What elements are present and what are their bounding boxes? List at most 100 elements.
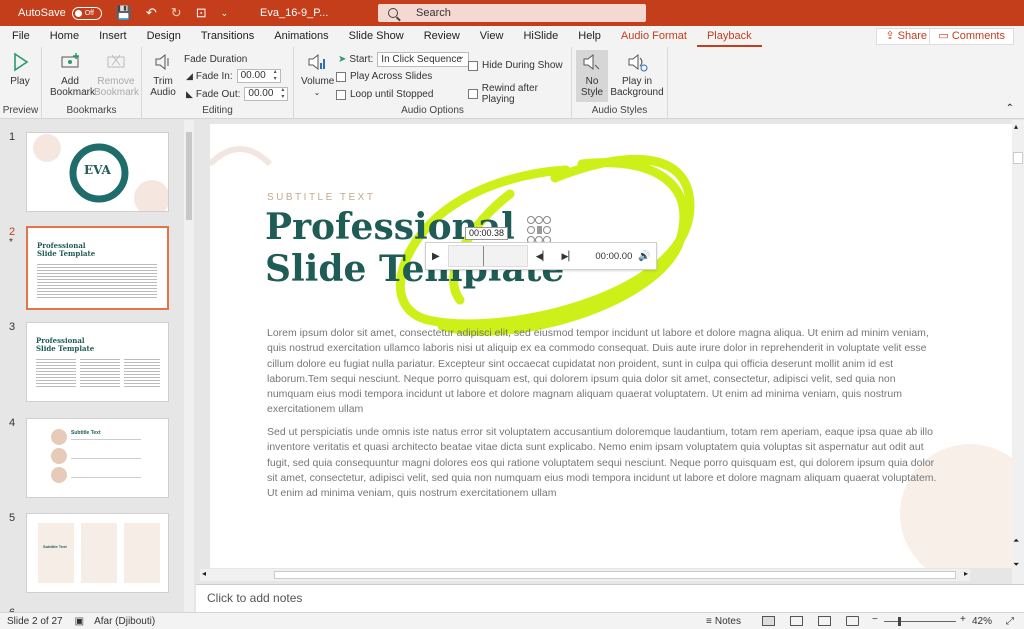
player-time: 00:00.00: [595, 250, 633, 262]
save-icon[interactable]: 💾: [116, 5, 132, 21]
slide-subtitle[interactable]: SUBTITLE TEXT: [267, 192, 375, 203]
thumb-5-card-2: [81, 523, 117, 583]
tab-home[interactable]: Home: [40, 26, 89, 47]
player-rewind-icon[interactable]: ◀▏: [536, 251, 550, 262]
tab-transitions[interactable]: Transitions: [191, 26, 264, 47]
spellcheck-icon[interactable]: ▣: [75, 616, 84, 627]
tab-file[interactable]: File: [2, 26, 40, 47]
tab-playback[interactable]: Playback: [696, 26, 762, 47]
slide-thumbnail-1[interactable]: EVA: [26, 132, 169, 212]
trim-audio-icon: [155, 53, 169, 71]
hide-row[interactable]: Hide During Show: [468, 60, 563, 71]
slide-thumbnail-4[interactable]: Subtitle Text: [26, 418, 169, 498]
next-slide-icon[interactable]: ⏷: [1013, 560, 1019, 570]
remove-bookmark-button[interactable]: Remove Bookmark: [94, 51, 139, 98]
play-across-row[interactable]: Play Across Slides: [336, 71, 432, 82]
tab-animations[interactable]: Animations: [264, 26, 338, 47]
fade-in-row: ◢ Fade In: 00.00: [186, 69, 281, 83]
hide-checkbox[interactable]: [468, 60, 478, 71]
tab-slide-show[interactable]: Slide Show: [339, 26, 414, 47]
trim-audio-button[interactable]: Trim Audio: [148, 51, 178, 98]
slide-body-paragraph-1[interactable]: Lorem ipsum dolor sit amet, consectetur …: [267, 326, 937, 418]
scroll-left-icon[interactable]: ◂: [202, 569, 206, 578]
tab-hislide[interactable]: HiSlide: [513, 26, 568, 47]
tab-view[interactable]: View: [470, 26, 514, 47]
play-label: Play: [10, 76, 30, 87]
tab-design[interactable]: Design: [137, 26, 191, 47]
customize-icon[interactable]: ⌄: [221, 8, 229, 19]
thumb-number-1: 1: [9, 131, 16, 143]
volume-icon: [308, 53, 325, 71]
thumbnails-scrollbar[interactable]: [184, 120, 194, 613]
loop-row[interactable]: Loop until Stopped: [336, 89, 433, 100]
slide-vertical-scrollbar[interactable]: ▴ ⏶ ⏷: [1012, 120, 1024, 584]
player-progress-bar[interactable]: [447, 245, 528, 267]
thumb-2-star: *: [9, 237, 13, 248]
add-bookmark-button[interactable]: Add Bookmark: [50, 51, 95, 98]
slide-thumbnail-5[interactable]: Subtitle Text: [26, 513, 169, 593]
comments-button[interactable]: ▭ Comments: [929, 28, 1014, 45]
slide-horizontal-scroll-knob[interactable]: [274, 571, 956, 579]
zoom-out-icon[interactable]: −: [872, 614, 878, 625]
prev-slide-icon[interactable]: ⏶: [1013, 536, 1019, 546]
fade-out-input[interactable]: 00.00: [244, 87, 289, 101]
player-volume-icon[interactable]: 🔊: [638, 251, 650, 262]
play-across-label: Play Across Slides: [350, 71, 433, 82]
fade-in-input[interactable]: 00.00: [236, 69, 281, 83]
play-icon: [14, 52, 29, 72]
zoom-slider[interactable]: [884, 617, 956, 626]
share-button[interactable]: ⇪ Share: [876, 28, 936, 45]
slide-sorter-icon[interactable]: [790, 616, 803, 626]
slide-vertical-scroll-knob[interactable]: [1013, 152, 1023, 164]
group-preview: Play Preview: [0, 47, 42, 119]
zoom-in-icon[interactable]: +: [960, 614, 966, 625]
language-indicator[interactable]: Afar (Djibouti): [94, 616, 155, 627]
thumb-3-lines: [36, 359, 160, 389]
slide-canvas[interactable]: SUBTITLE TEXT Professional Slide Templat…: [210, 124, 1018, 568]
fade-duration-label: Fade Duration: [184, 54, 248, 65]
slide-thumbnail-2[interactable]: Professional Slide Template: [26, 226, 169, 310]
search-box[interactable]: Search: [378, 4, 646, 22]
notes-pane[interactable]: Click to add notes: [196, 584, 1024, 612]
thumbnails-scroll-knob[interactable]: [186, 132, 192, 220]
group-label-audio-options: Audio Options: [401, 105, 464, 116]
redo-icon[interactable]: ↻: [171, 5, 182, 21]
zoom-slider-thumb[interactable]: [898, 617, 901, 626]
tab-insert[interactable]: Insert: [89, 26, 137, 47]
notes-icon: ≡: [706, 615, 712, 627]
rewind-checkbox[interactable]: [468, 89, 478, 99]
tab-help[interactable]: Help: [568, 26, 611, 47]
player-play-icon[interactable]: ▶: [432, 251, 440, 262]
group-bookmarks: Add Bookmark Remove Bookmark Bookmarks: [42, 47, 142, 119]
collapse-ribbon-icon[interactable]: ⌃: [1006, 103, 1014, 114]
loop-checkbox[interactable]: [336, 89, 346, 100]
thumb-2-title: Professional Slide Template: [37, 241, 96, 258]
play-across-checkbox[interactable]: [336, 71, 346, 82]
fit-to-window-icon[interactable]: ⤢: [1006, 616, 1014, 627]
normal-view-icon[interactable]: [762, 616, 775, 626]
player-forward-icon[interactable]: ▶▏: [562, 251, 576, 262]
menu-bar: File Home Insert Design Transitions Anim…: [0, 26, 1024, 47]
autosave-toggle[interactable]: Off: [71, 6, 102, 20]
thumb-5-card-3: [124, 523, 160, 583]
tab-review[interactable]: Review: [414, 26, 470, 47]
start-dropdown[interactable]: In Click Sequence: [377, 50, 470, 67]
tab-audio-format[interactable]: Audio Format: [611, 26, 697, 47]
notes-toggle[interactable]: ≡ Notes: [706, 616, 741, 627]
slide-body-paragraph-2[interactable]: Sed ut perspiciatis unde omnis iste natu…: [267, 425, 937, 501]
no-style-button[interactable]: No Style: [577, 51, 607, 98]
scroll-up-icon[interactable]: ▴: [1014, 122, 1018, 131]
slide-horizontal-scrollbar[interactable]: ◂ ▸: [200, 569, 970, 581]
scroll-right-icon[interactable]: ▸: [964, 569, 968, 578]
group-label-editing: Editing: [202, 105, 233, 116]
slide-thumbnail-3[interactable]: Professional Slide Template: [26, 322, 169, 402]
play-in-background-button[interactable]: Play in Background: [608, 51, 666, 98]
play-button[interactable]: Play: [9, 51, 31, 87]
rewind-row[interactable]: Rewind after Playing: [468, 83, 571, 105]
undo-icon[interactable]: ↶: [146, 5, 157, 21]
present-icon[interactable]: ⊡: [196, 5, 207, 21]
volume-button[interactable]: Volume ⌄: [301, 51, 334, 98]
zoom-level[interactable]: 42%: [972, 616, 992, 627]
slideshow-icon[interactable]: [846, 616, 859, 626]
reading-view-icon[interactable]: [818, 616, 831, 626]
